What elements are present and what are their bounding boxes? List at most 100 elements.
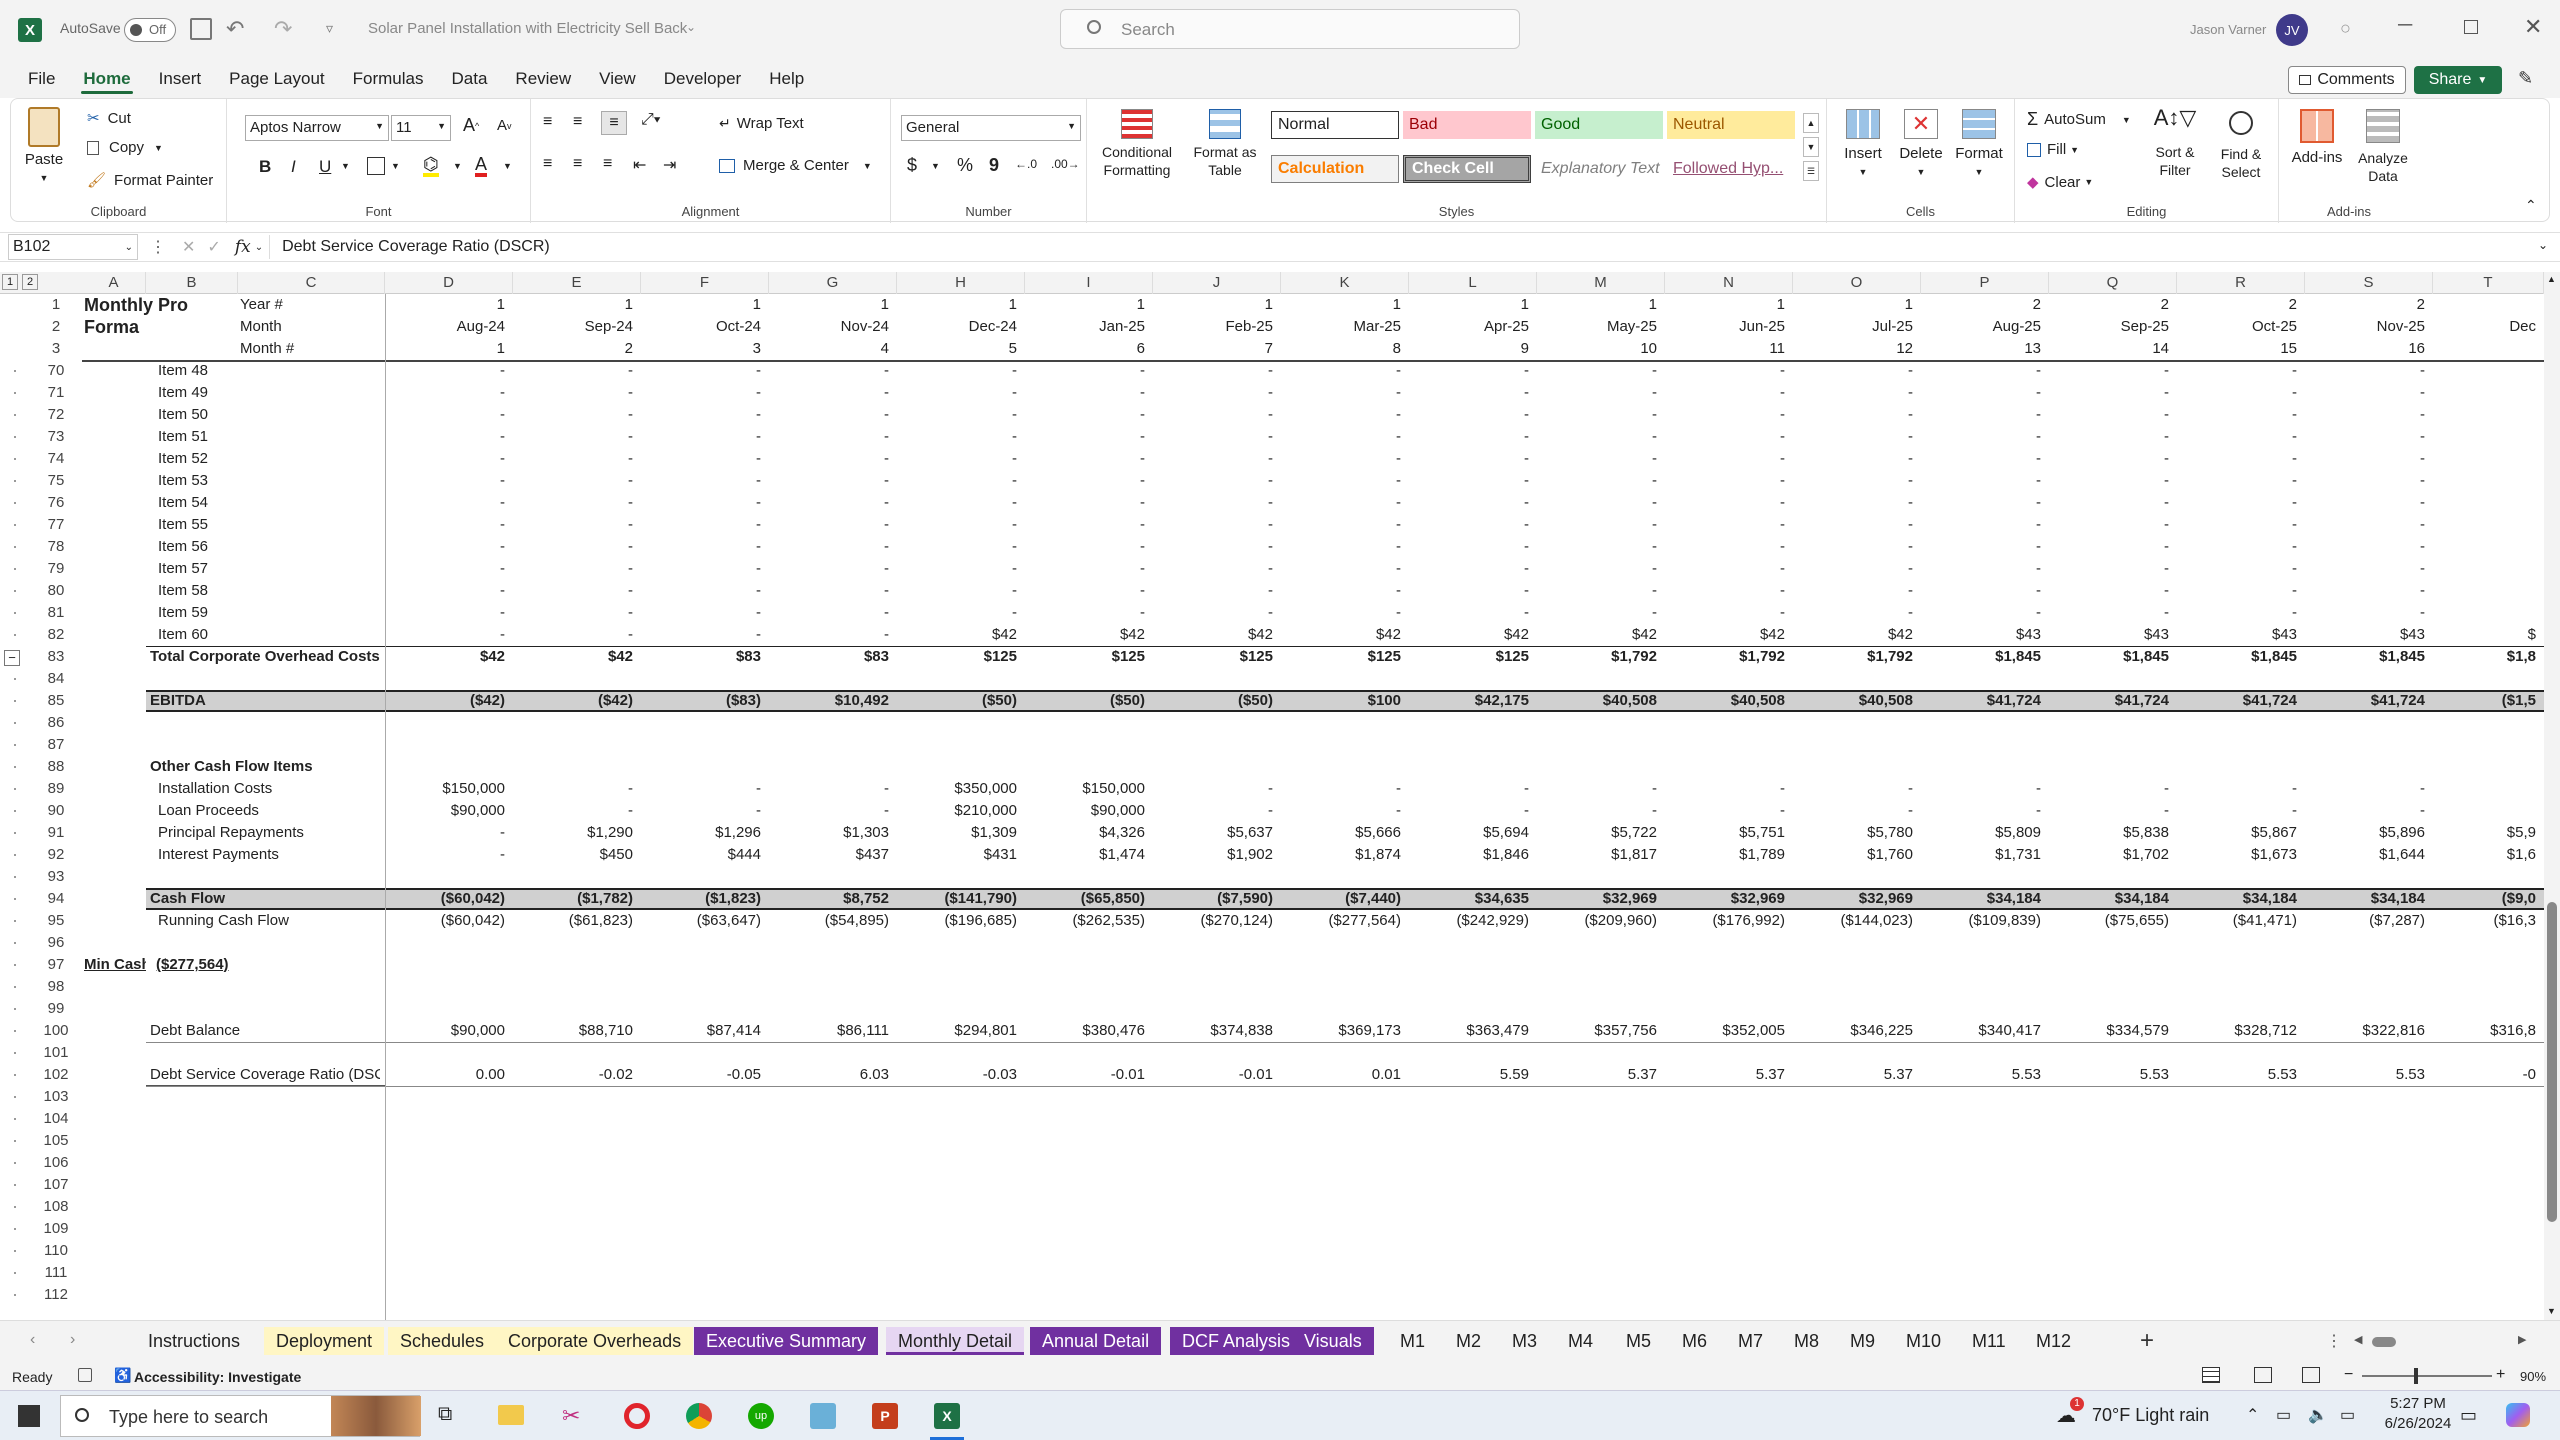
- month-cell[interactable]: Jul-25: [1793, 316, 1913, 338]
- value-cell[interactable]: $316,8: [2433, 1020, 2536, 1042]
- value-cell[interactable]: -: [897, 426, 1017, 448]
- value-cell[interactable]: -: [897, 536, 1017, 558]
- value-cell[interactable]: -: [1665, 514, 1785, 536]
- value-cell[interactable]: -: [1665, 448, 1785, 470]
- value-cell[interactable]: $5,637: [1153, 822, 1273, 844]
- row-label[interactable]: Month: [240, 316, 380, 338]
- value-cell[interactable]: $5,666: [1281, 822, 1401, 844]
- value-cell[interactable]: -: [769, 514, 889, 536]
- month-cell[interactable]: May-25: [1537, 316, 1657, 338]
- value-cell[interactable]: ($7,287): [2305, 910, 2425, 932]
- value-cell[interactable]: $34,635: [1409, 888, 1529, 910]
- value-cell[interactable]: -: [2305, 470, 2425, 492]
- value-cell[interactable]: -: [2049, 580, 2169, 602]
- value-cell[interactable]: -: [1793, 382, 1913, 404]
- value-cell[interactable]: -: [2049, 492, 2169, 514]
- value-cell[interactable]: $86,111: [769, 1020, 889, 1042]
- shrink-font-icon[interactable]: Av: [497, 117, 512, 134]
- style-bad[interactable]: Bad: [1403, 111, 1531, 139]
- value-cell[interactable]: -: [2305, 514, 2425, 536]
- running-label[interactable]: Running Cash Flow: [158, 910, 388, 932]
- value-cell[interactable]: -: [2177, 602, 2297, 624]
- value-cell[interactable]: -: [2049, 602, 2169, 624]
- clock-time[interactable]: 5:27 PM: [2378, 1395, 2458, 1412]
- zoom-in-icon[interactable]: +: [2496, 1366, 2505, 1384]
- item-label[interactable]: Item 58: [158, 580, 378, 602]
- row-header[interactable]: 101: [0, 1042, 82, 1064]
- increase-decimal-icon[interactable]: ←.0: [1015, 157, 1037, 171]
- style-explanatory[interactable]: Explanatory Text: [1535, 155, 1663, 183]
- value-cell[interactable]: -: [1921, 514, 2041, 536]
- value-cell[interactable]: $150,000: [1025, 778, 1145, 800]
- value-cell[interactable]: -: [513, 514, 633, 536]
- addins-button[interactable]: Add-ins: [2289, 109, 2345, 167]
- value-cell[interactable]: -: [2177, 558, 2297, 580]
- value-cell[interactable]: -: [2177, 778, 2297, 800]
- item-label[interactable]: Item 52: [158, 448, 378, 470]
- value-cell[interactable]: -: [769, 536, 889, 558]
- prev-sheet-icon[interactable]: ‹: [30, 1331, 35, 1349]
- value-cell[interactable]: -: [1537, 426, 1657, 448]
- tab-page-layout[interactable]: Page Layout: [215, 60, 338, 98]
- value-cell[interactable]: $5,751: [1665, 822, 1785, 844]
- month-cell[interactable]: Mar-25: [1281, 316, 1401, 338]
- value-cell[interactable]: -: [1409, 602, 1529, 624]
- value-cell[interactable]: -: [769, 448, 889, 470]
- value-cell[interactable]: -: [897, 492, 1017, 514]
- value-cell[interactable]: 5.37: [1537, 1064, 1657, 1086]
- value-cell[interactable]: [2433, 778, 2536, 800]
- month-num-cell[interactable]: 14: [2049, 338, 2169, 360]
- scroll-down-icon[interactable]: ▼: [2547, 1306, 2556, 1316]
- min-cash-value[interactable]: ($277,564): [156, 954, 286, 976]
- sheet-tab[interactable]: M1: [1388, 1327, 1438, 1355]
- enter-icon[interactable]: ✓: [207, 237, 220, 257]
- value-cell[interactable]: -: [1793, 448, 1913, 470]
- meet-icon[interactable]: ▭: [2276, 1405, 2291, 1425]
- next-sheet-icon[interactable]: ›: [70, 1331, 75, 1349]
- value-cell[interactable]: -: [1793, 558, 1913, 580]
- value-cell[interactable]: $1,303: [769, 822, 889, 844]
- value-cell[interactable]: ($9,0: [2433, 888, 2536, 910]
- style-good[interactable]: Good: [1535, 111, 1663, 139]
- year-cell[interactable]: 1: [385, 294, 505, 316]
- clock-date[interactable]: 6/26/2024: [2378, 1415, 2458, 1432]
- debt_balance-label[interactable]: Debt Balance: [150, 1020, 380, 1042]
- value-cell[interactable]: -: [1665, 492, 1785, 514]
- sheet-tab[interactable]: M4: [1556, 1327, 1606, 1355]
- value-cell[interactable]: -: [641, 624, 761, 646]
- styles-more-icon[interactable]: ☰: [1803, 161, 1819, 181]
- value-cell[interactable]: $294,801: [897, 1020, 1017, 1042]
- value-cell[interactable]: -0: [2433, 1064, 2536, 1086]
- page-break-view-icon[interactable]: [2302, 1367, 2320, 1383]
- sheet-tab[interactable]: Executive Summary: [694, 1327, 879, 1355]
- value-cell[interactable]: ($109,839): [1921, 910, 2041, 932]
- year-cell[interactable]: 1: [1281, 294, 1401, 316]
- row-header[interactable]: 88: [0, 756, 82, 778]
- value-cell[interactable]: ($196,685): [897, 910, 1017, 932]
- value-cell[interactable]: $40,508: [1665, 690, 1785, 712]
- value-cell[interactable]: -: [2305, 602, 2425, 624]
- value-cell[interactable]: -: [1025, 580, 1145, 602]
- fill-color-icon[interactable]: ⌬: [423, 155, 439, 177]
- merge-center-button[interactable]: Merge & Center ▼: [719, 157, 872, 174]
- value-cell[interactable]: $42: [385, 646, 505, 668]
- value-cell[interactable]: -: [1793, 514, 1913, 536]
- value-cell[interactable]: $1,760: [1793, 844, 1913, 866]
- value-cell[interactable]: ($60,042): [385, 910, 505, 932]
- insert-button[interactable]: Insert ▼: [1835, 109, 1891, 181]
- value-cell[interactable]: $380,476: [1025, 1020, 1145, 1042]
- value-cell[interactable]: -: [641, 800, 761, 822]
- value-cell[interactable]: -: [1665, 426, 1785, 448]
- value-cell[interactable]: -: [1409, 580, 1529, 602]
- value-cell[interactable]: $34,184: [2305, 888, 2425, 910]
- value-cell[interactable]: $1,874: [1281, 844, 1401, 866]
- item-label[interactable]: Item 48: [158, 360, 378, 382]
- scroll-up-icon[interactable]: ▲: [2547, 274, 2556, 284]
- minimize-icon[interactable]: ─: [2398, 14, 2412, 37]
- value-cell[interactable]: ($176,992): [1665, 910, 1785, 932]
- borders-chevron-icon[interactable]: ▼: [391, 161, 400, 171]
- value-cell[interactable]: -: [1793, 536, 1913, 558]
- year-cell[interactable]: 1: [1025, 294, 1145, 316]
- chrome-icon[interactable]: [686, 1403, 712, 1429]
- column-header-m[interactable]: M: [1537, 272, 1665, 294]
